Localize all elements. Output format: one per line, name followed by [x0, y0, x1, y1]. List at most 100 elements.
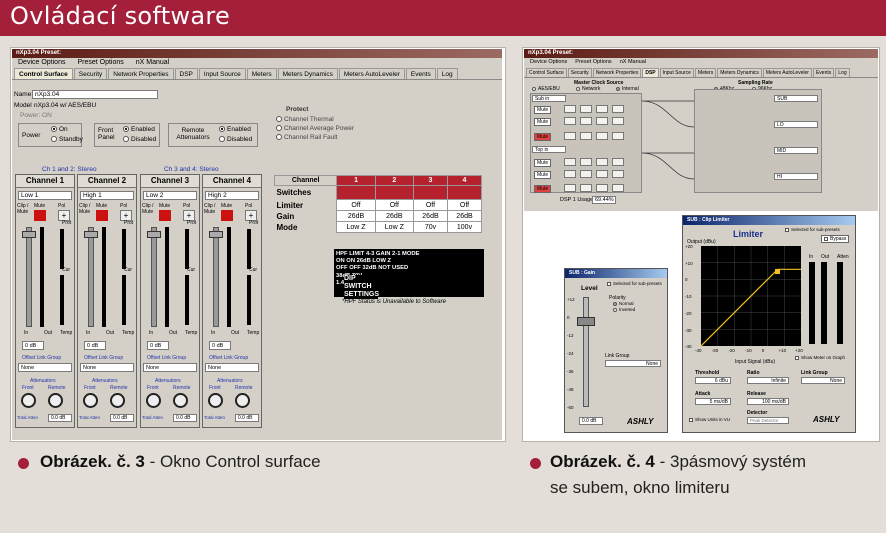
dsp-block[interactable] — [596, 158, 608, 166]
threshold-handle[interactable] — [775, 269, 780, 274]
tab-input-source[interactable]: Input Source — [659, 68, 694, 77]
bypass-button[interactable]: Bypass — [821, 235, 850, 243]
tab-control-surface[interactable]: Control Surface — [526, 68, 567, 77]
power-standby-radio[interactable]: Standby — [51, 136, 83, 143]
dsp-mute-button[interactable]: Mute — [534, 106, 552, 114]
front-atten-knob-icon[interactable] — [83, 393, 98, 408]
dsp-block[interactable] — [580, 105, 592, 113]
mute-button[interactable] — [34, 210, 46, 221]
remote-atten-knob-icon[interactable] — [173, 393, 188, 408]
power-on-radio[interactable]: On — [51, 126, 68, 133]
input-sub-in[interactable]: Sub in — [532, 95, 566, 102]
limiter-subpreset-check[interactable]: Selected for sub-presets — [785, 227, 840, 232]
dsp-block[interactable] — [612, 158, 624, 166]
dsp-block[interactable] — [580, 184, 592, 192]
tab-meters[interactable]: Meters — [246, 68, 277, 79]
units-vu-check[interactable]: Show Units in VU — [689, 417, 730, 422]
tab-security[interactable]: Security — [73, 68, 108, 79]
gain-link-select[interactable]: None — [605, 360, 661, 367]
offset-link-select[interactable]: None — [80, 363, 134, 372]
offset-link-select[interactable]: None — [205, 363, 259, 372]
front-atten-knob-icon[interactable] — [208, 393, 223, 408]
fader-handle[interactable] — [147, 231, 161, 238]
menu-device-options[interactable]: Device Options — [18, 59, 65, 67]
tab-events[interactable]: Events — [812, 68, 835, 77]
tab-dsp[interactable]: DSP — [642, 68, 659, 77]
mute-button[interactable] — [159, 210, 171, 221]
subpreset-check[interactable]: Selected for sub-presets — [607, 281, 662, 286]
tab-log[interactable]: Log — [436, 68, 458, 79]
clock-aes[interactable]: AES/EBU — [532, 86, 560, 92]
tab-meters-dynamics[interactable]: Meters Dynamics — [277, 68, 338, 79]
dsp-block[interactable] — [612, 105, 624, 113]
dsp-block[interactable] — [612, 184, 624, 192]
dsp-block[interactable] — [564, 132, 576, 140]
dsp-block[interactable] — [564, 184, 576, 192]
remote-disabled-radio[interactable]: Disabled — [219, 136, 252, 143]
show-meter-check[interactable]: Show Meter on Graph — [795, 355, 845, 360]
dsp-block[interactable] — [580, 170, 592, 178]
attack-field[interactable]: 5 ms/dB — [695, 398, 731, 405]
dsp-block[interactable] — [564, 117, 576, 125]
gain-fader-handle[interactable] — [577, 317, 595, 326]
dsp-block[interactable] — [596, 184, 608, 192]
tab-network-properties[interactable]: Network Properties — [592, 68, 642, 77]
menu-nx-manual[interactable]: nX Manual — [136, 59, 169, 67]
mute-button[interactable] — [96, 210, 108, 221]
tab-network-properties[interactable]: Network Properties — [108, 68, 174, 79]
dsp-block[interactable] — [596, 132, 608, 140]
polarity-normal[interactable]: Normal — [613, 301, 634, 306]
channel-name-field[interactable]: High 2 — [205, 191, 259, 200]
dsp-block[interactable] — [580, 117, 592, 125]
channel-db-field[interactable]: 0 dB — [22, 341, 44, 350]
tab-meters-autoleveler[interactable]: Meters AutoLeveler — [762, 68, 812, 77]
clock-network[interactable]: Network — [576, 86, 600, 92]
gain-value[interactable]: 0.0 dB — [579, 417, 603, 425]
remote-enabled-radio[interactable]: Enabled — [219, 126, 251, 133]
tab-meters-dynamics[interactable]: Meters Dynamics — [717, 68, 762, 77]
dsp-block[interactable] — [564, 105, 576, 113]
menu-preset-options[interactable]: Preset Options — [77, 59, 123, 67]
dsp-block[interactable] — [564, 170, 576, 178]
dsp-mute-button[interactable]: Mute — [534, 133, 552, 141]
menu-device-options[interactable]: Device Options — [530, 59, 567, 67]
dsp-block[interactable] — [580, 132, 592, 140]
output-lo[interactable]: LO — [774, 121, 818, 128]
channel-db-field[interactable]: 0 dB — [209, 341, 231, 350]
tab-security[interactable]: Security — [567, 68, 592, 77]
name-field[interactable]: nXp3.04 — [32, 90, 158, 99]
ratio-select[interactable]: Infinite — [747, 377, 789, 384]
front-atten-knob-icon[interactable] — [21, 393, 36, 408]
dsp-block[interactable] — [580, 158, 592, 166]
mute-button[interactable] — [221, 210, 233, 221]
remote-atten-knob-icon[interactable] — [110, 393, 125, 408]
channel-name-field[interactable]: Low 2 — [143, 191, 197, 200]
tab-input-source[interactable]: Input Source — [198, 68, 246, 79]
channel-db-field[interactable]: 0 dB — [147, 341, 169, 350]
tab-events[interactable]: Events — [405, 68, 436, 79]
clock-internal[interactable]: Internal — [616, 86, 639, 92]
tab-log[interactable]: Log — [835, 68, 850, 77]
output-mid[interactable]: MID — [774, 147, 818, 154]
channel-name-field[interactable]: High 1 — [80, 191, 134, 200]
dsp-mute-button[interactable]: Mute — [534, 171, 552, 179]
dsp-mute-button[interactable]: Mute — [534, 118, 552, 126]
front-enabled-radio[interactable]: Enabled — [123, 126, 155, 133]
dsp-block[interactable] — [612, 117, 624, 125]
detector-select[interactable]: Peak Detector — [747, 417, 789, 424]
output-sub[interactable]: SUB — [774, 95, 818, 102]
dsp-block[interactable] — [564, 158, 576, 166]
dsp-block[interactable] — [596, 105, 608, 113]
output-hi[interactable]: HI — [774, 173, 818, 180]
tab-dsp[interactable]: DSP — [174, 68, 198, 79]
polarity-inverted[interactable]: Inverted — [613, 307, 635, 312]
dsp-block[interactable] — [596, 170, 608, 178]
threshold-field[interactable]: 6 dBu — [695, 377, 731, 384]
front-disabled-radio[interactable]: Disabled — [123, 136, 156, 143]
menu-nx-manual[interactable]: nX Manual — [620, 59, 646, 67]
fader-handle[interactable] — [84, 231, 98, 238]
offset-link-select[interactable]: None — [18, 363, 72, 372]
tab-control-surface[interactable]: Control Surface — [14, 68, 73, 79]
dsp-block[interactable] — [596, 117, 608, 125]
front-atten-knob-icon[interactable] — [146, 393, 161, 408]
